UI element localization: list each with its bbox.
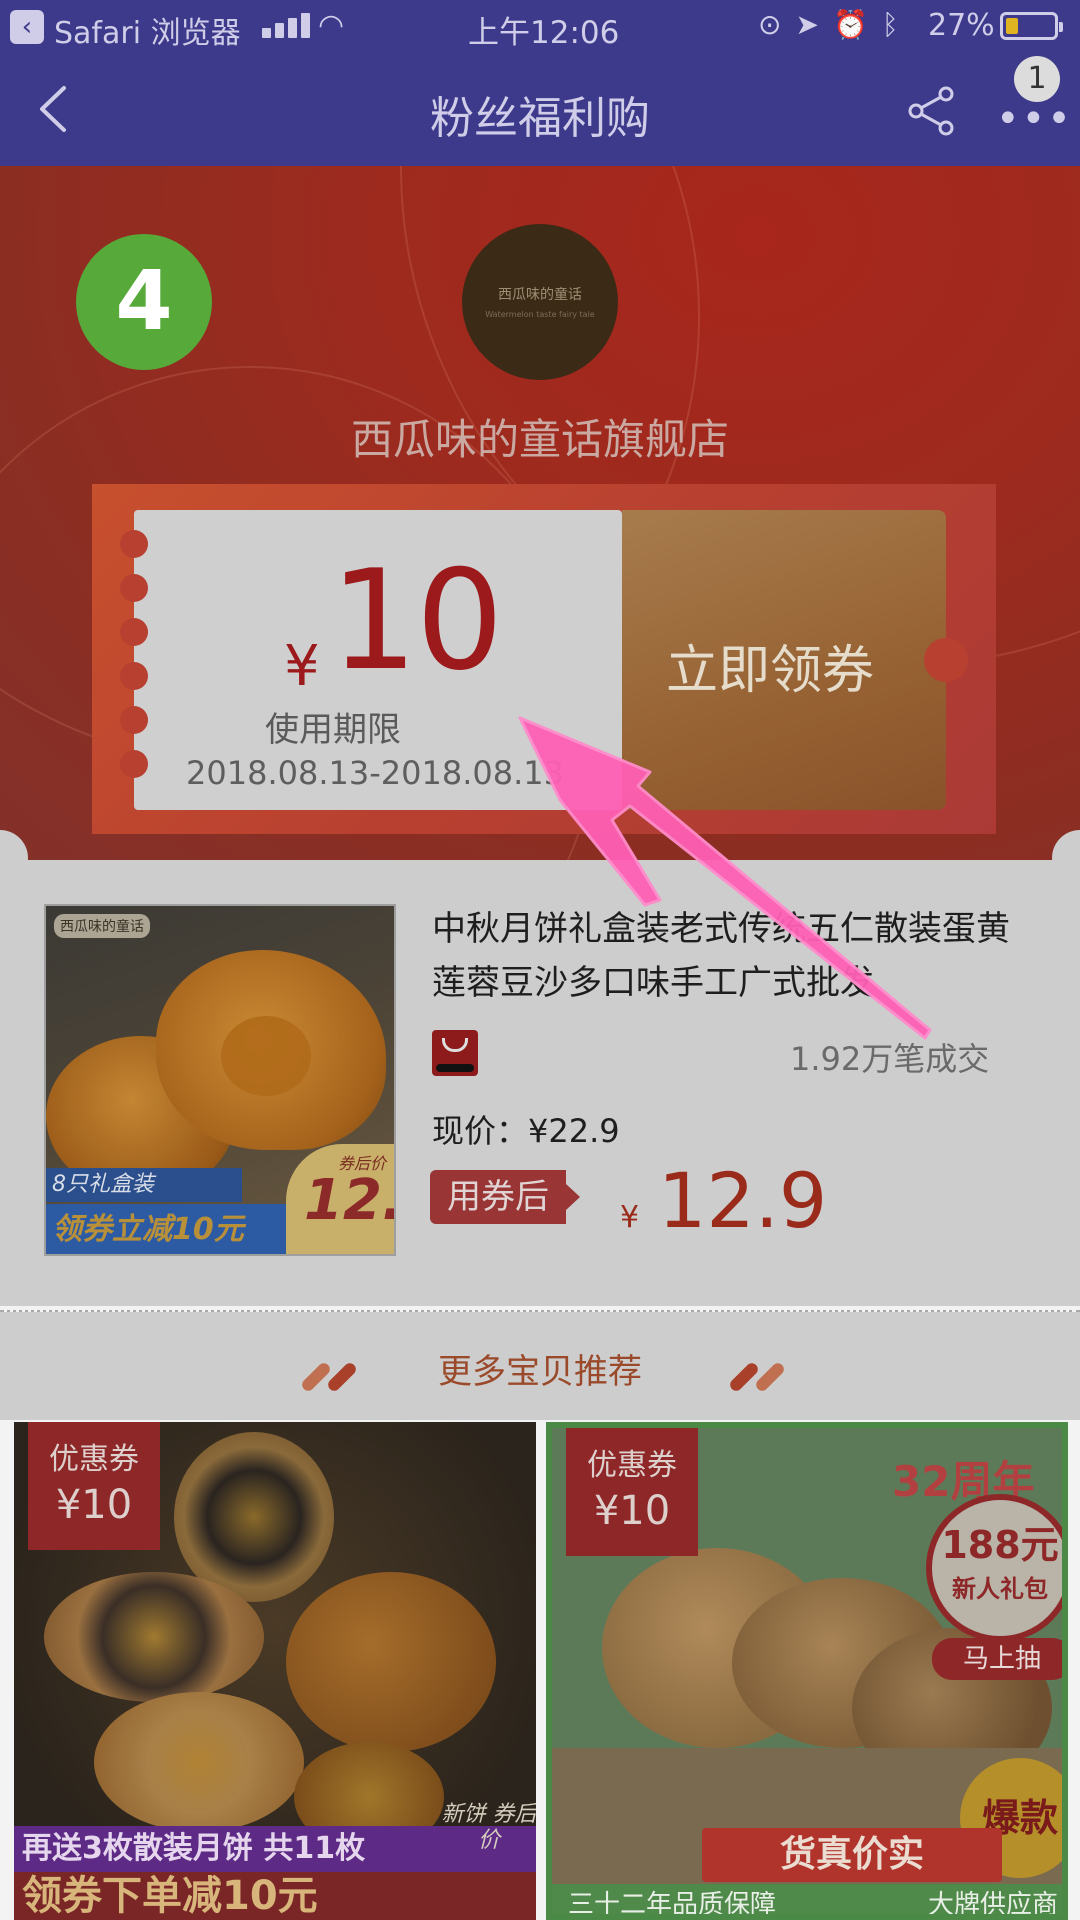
card-coupon-label: 优惠券 xyxy=(587,1448,677,1483)
card-bottom-right: 大牌供应商 xyxy=(927,1890,1058,1920)
gift-amount: 188元 xyxy=(941,1523,1059,1567)
battery-icon xyxy=(1000,12,1063,40)
status-icons: ⊙➤⏰ᛒ xyxy=(758,8,913,41)
card-promo-strip: 货真价实 xyxy=(702,1828,1002,1882)
notification-badge: 1 xyxy=(1014,56,1060,102)
card-coupon-value: ¥10 xyxy=(55,1482,133,1528)
card-new-label: 新饼 券后价 xyxy=(441,1802,537,1853)
recommend-card-2[interactable]: 优惠券 ¥10 32周年 188元 新人礼包 马上抽 爆款 货真价实 三十二年品… xyxy=(546,1422,1068,1920)
coupon-amount: 10 xyxy=(330,540,504,701)
share-icon[interactable] xyxy=(906,86,956,136)
top-bar: ‹ Safari 浏览器 ◠ 上午12:06 ⊙➤⏰ᛒ 27% 粉丝福利购 ••… xyxy=(0,0,1080,166)
card-coupon-tag: 优惠券 ¥10 xyxy=(28,1422,160,1550)
product-image-brand: 西瓜味的童话 xyxy=(54,914,150,938)
recommend-card-1[interactable]: 优惠券 ¥10 再送3枚散装月饼 共11枚 领券下单减10元 新饼 券后价 xyxy=(14,1422,536,1920)
store-hero: 4 西瓜味的童话 Watermelon taste fairy tale 西瓜味… xyxy=(0,166,1080,860)
bluetooth-icon: ᛒ xyxy=(881,8,913,41)
product-image-tag-discount: 领券立减10元 xyxy=(46,1204,286,1254)
page: ‹ Safari 浏览器 ◠ 上午12:06 ⊙➤⏰ᛒ 27% 粉丝福利购 ••… xyxy=(0,0,1080,1920)
status-time: 上午12:06 xyxy=(468,15,620,51)
signal-icon xyxy=(262,10,320,38)
store-logo[interactable]: 西瓜味的童话 Watermelon taste fairy tale xyxy=(462,224,618,380)
coupon-card[interactable]: ¥ 10 使用期限 2018.08.13-2018.08.13 xyxy=(120,510,622,810)
final-price-currency: ¥ xyxy=(620,1200,640,1235)
card-coupon-tag: 优惠券 ¥10 xyxy=(566,1428,698,1556)
product-card[interactable]: 西瓜味的童话 8只礼盒装 领券立减10元 券后价 12.9 中秋月饼礼盒装老式传… xyxy=(0,860,1080,1306)
current-price: 现价：¥22.9 xyxy=(432,1112,620,1150)
coupon-currency: ¥ xyxy=(284,634,320,699)
coupon-validity-dates: 2018.08.13-2018.08.13 xyxy=(186,754,564,792)
card-coupon-label: 优惠券 xyxy=(49,1442,139,1477)
card-promo-discount: 领券下单减10元 xyxy=(14,1872,536,1920)
final-price: 12.9 xyxy=(658,1156,828,1245)
card-bottom-left: 三十二年品质保障 xyxy=(568,1890,777,1920)
alarm-icon: ⏰ xyxy=(832,8,882,41)
product-title[interactable]: 中秋月饼礼盒装老式传统五仁散装蛋黄莲蓉豆沙多口味手工广式批发 xyxy=(432,902,1032,1010)
back-to-app-label[interactable]: Safari 浏览器 xyxy=(54,8,241,52)
status-bar: ‹ Safari 浏览器 ◠ 上午12:06 ⊙➤⏰ᛒ 27% xyxy=(0,0,1080,52)
tmall-icon xyxy=(432,1030,478,1076)
more-recommendations-title: 更多宝贝推荐 xyxy=(438,1352,642,1392)
logo-subtext: Watermelon taste fairy tale xyxy=(485,310,595,319)
sales-count: 1.92万笔成交 xyxy=(790,1040,990,1078)
logo-text: 西瓜味的童话 xyxy=(498,287,582,303)
after-coupon-tag: 用券后 xyxy=(430,1170,580,1224)
back-to-app-icon[interactable]: ‹ xyxy=(10,10,44,44)
step-number-badge: 4 xyxy=(76,234,212,370)
coupon-validity-label: 使用期限 xyxy=(265,710,401,750)
claim-coupon-label: 立即领券 xyxy=(665,641,874,701)
lucky-draw-button[interactable]: 马上抽 xyxy=(932,1638,1062,1680)
card-coupon-value: ¥10 xyxy=(593,1488,671,1534)
location-icon: ➤ xyxy=(795,8,833,41)
lock-rotation-icon: ⊙ xyxy=(758,8,796,41)
gift-label: 新人礼包 xyxy=(952,1575,1048,1603)
gift-badge[interactable]: 188元 新人礼包 xyxy=(926,1494,1062,1642)
wifi-icon: ◠ xyxy=(318,8,345,43)
product-image[interactable]: 西瓜味的童话 8只礼盒装 领券立减10元 券后价 12.9 xyxy=(44,904,396,1256)
claim-coupon-button[interactable]: 立即领券 xyxy=(622,510,968,810)
product-image-tag-box: 8只礼盒装 xyxy=(46,1168,242,1202)
more-recommendations-header: 更多宝贝推荐 xyxy=(0,1312,1080,1420)
store-name: 西瓜味的童话旗舰店 xyxy=(350,415,729,464)
card-bottom-bar: 三十二年品质保障 大牌供应商 xyxy=(552,1884,1062,1920)
battery-percent: 27% xyxy=(928,8,995,43)
decor-slash-right xyxy=(724,1360,788,1394)
more-options-icon[interactable]: ••• xyxy=(996,96,1073,142)
product-image-price: 12.9 xyxy=(304,1168,394,1233)
